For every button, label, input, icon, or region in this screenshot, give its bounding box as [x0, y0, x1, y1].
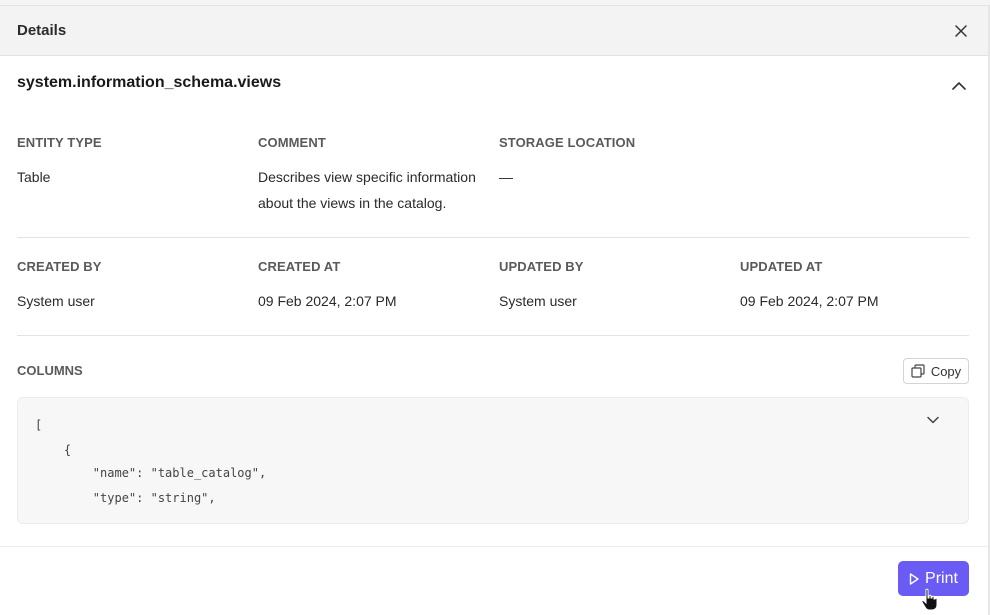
- print-button[interactable]: Print: [898, 561, 969, 596]
- chevron-up-icon: [952, 81, 966, 90]
- divider: [17, 237, 969, 238]
- code-line: {: [35, 443, 72, 457]
- close-icon: [955, 25, 967, 37]
- updated-by-field: UPDATED BY System user: [499, 259, 735, 314]
- comment-field: COMMENT Describes view specific informat…: [258, 135, 494, 216]
- updated-by-value: System user: [499, 293, 577, 309]
- storage-location-value: —: [499, 169, 513, 185]
- comment-value: Describes view specific information abou…: [258, 169, 476, 211]
- copy-button[interactable]: Copy: [903, 358, 969, 384]
- created-by-label: CREATED BY: [17, 259, 102, 274]
- close-button[interactable]: [950, 20, 972, 42]
- columns-code-block[interactable]: [ { "name": "table_catalog", "type": "st…: [17, 397, 969, 524]
- print-label: Print: [925, 569, 958, 587]
- collapse-section-button[interactable]: [948, 75, 970, 95]
- details-title: Details: [17, 22, 67, 39]
- code-line: "name": "table_catalog",: [35, 466, 267, 480]
- copy-label: Copy: [930, 363, 962, 379]
- updated-at-field: UPDATED AT 09 Feb 2024, 2:07 PM: [740, 259, 976, 314]
- columns-label: COLUMNS: [17, 363, 83, 378]
- entity-type-field: ENTITY TYPE Table: [17, 135, 253, 190]
- details-header: Details: [0, 6, 988, 56]
- entity-type-label: ENTITY TYPE: [17, 135, 102, 150]
- updated-at-value: 09 Feb 2024, 2:07 PM: [740, 293, 879, 309]
- code-line: "type": "string",: [35, 491, 216, 505]
- updated-at-label: UPDATED AT: [740, 259, 823, 274]
- storage-location-label: STORAGE LOCATION: [499, 135, 636, 150]
- updated-by-label: UPDATED BY: [499, 259, 584, 274]
- footer-divider: [0, 546, 988, 547]
- copy-icon: [911, 364, 925, 378]
- expand-code-button[interactable]: [924, 412, 942, 428]
- created-at-field: CREATED AT 09 Feb 2024, 2:07 PM: [258, 259, 494, 314]
- chevron-down-icon: [927, 416, 939, 424]
- play-icon: [909, 572, 919, 585]
- entity-name: system.information_schema.views: [17, 74, 282, 91]
- code-line: [: [35, 418, 43, 432]
- created-at-label: CREATED AT: [258, 259, 341, 274]
- storage-location-field: STORAGE LOCATION —: [499, 135, 735, 190]
- created-by-value: System user: [17, 293, 95, 309]
- entity-type-value: Table: [17, 169, 51, 185]
- created-at-value: 09 Feb 2024, 2:07 PM: [258, 293, 397, 309]
- divider: [17, 335, 969, 336]
- comment-label: COMMENT: [258, 135, 326, 150]
- created-by-field: CREATED BY System user: [17, 259, 253, 314]
